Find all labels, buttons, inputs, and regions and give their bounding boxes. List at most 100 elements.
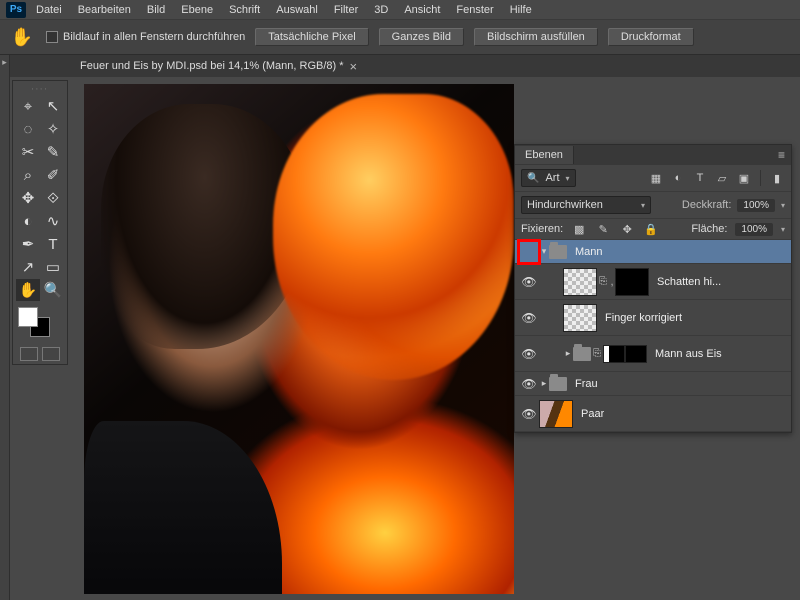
disclosure-icon[interactable]: ▸ xyxy=(563,348,573,359)
scroll-all-checkbox[interactable]: Bildlauf in allen Fenstern durchführen xyxy=(46,31,245,43)
visibility-toggle[interactable]: 👁 xyxy=(519,311,539,325)
canvas[interactable] xyxy=(84,84,514,594)
dodge-tool-icon[interactable]: ◐ xyxy=(16,210,40,232)
eyedrop-tool-icon[interactable]: ⌕ xyxy=(16,164,40,186)
hand-tool-icon[interactable]: ✋ xyxy=(8,25,36,49)
menu-image[interactable]: Bild xyxy=(147,4,165,16)
menu-file[interactable]: Datei xyxy=(36,4,62,16)
visibility-toggle[interactable]: 👁 xyxy=(519,407,539,421)
layers-panel-tab[interactable]: Ebenen xyxy=(515,146,574,164)
menu-3d[interactable]: 3D xyxy=(374,4,388,16)
hand-tool-icon[interactable]: ✋ xyxy=(16,279,40,301)
fill-screen-button[interactable]: Bildschirm ausfüllen xyxy=(474,28,598,46)
zoom-tool-icon[interactable]: 🔍 xyxy=(41,279,65,301)
filter-smart-icon[interactable]: ▣ xyxy=(736,171,752,185)
layers-panel: Ebenen ≡ 🔍 Art ▾ ▦ ◐ T ▱ ▣ ▮ Hindurchwir… xyxy=(514,144,792,433)
layer-name[interactable]: Finger korrigiert xyxy=(605,312,682,324)
layer-thumb xyxy=(563,304,597,332)
canvas-artwork xyxy=(84,84,514,594)
app-logo: Ps xyxy=(6,2,26,18)
opacity-flyout-icon[interactable]: ▾ xyxy=(781,201,785,210)
layer-row-finger[interactable]: 👁 Finger korrigiert xyxy=(515,300,791,336)
type-tool-icon[interactable]: T xyxy=(41,233,65,255)
move-tool-icon[interactable]: ⌖ xyxy=(16,95,40,117)
visibility-toggle[interactable] xyxy=(519,241,539,263)
menu-filter[interactable]: Filter xyxy=(334,4,358,16)
layer-name[interactable]: Paar xyxy=(581,408,604,420)
fit-screen-button[interactable]: Ganzes Bild xyxy=(379,28,464,46)
filter-adjust-icon[interactable]: ◐ xyxy=(670,171,686,185)
visibility-toggle[interactable]: 👁 xyxy=(519,347,539,361)
visibility-toggle[interactable]: 👁 xyxy=(519,377,539,391)
color-swatches[interactable] xyxy=(16,307,64,339)
lock-label: Fixieren: xyxy=(521,223,563,235)
fill-value[interactable]: 100% xyxy=(735,223,773,236)
mask-link-icon[interactable]: ⎘ xyxy=(599,276,607,287)
layer-name[interactable]: Frau xyxy=(575,378,598,390)
heal-tool-icon[interactable]: ✥ xyxy=(16,187,40,209)
cursor-tool-icon[interactable]: ↖ xyxy=(41,95,65,117)
menu-window[interactable]: Fenster xyxy=(456,4,493,16)
fill-flyout-icon[interactable]: ▾ xyxy=(781,225,785,234)
menu-select[interactable]: Auswahl xyxy=(276,4,318,16)
document-tab[interactable]: Feuer und Eis by MDI.psd bei 14,1% (Mann… xyxy=(80,59,357,74)
visibility-toggle[interactable]: 👁 xyxy=(519,275,539,289)
menu-type[interactable]: Schrift xyxy=(229,4,260,16)
layer-name[interactable]: Mann xyxy=(575,246,603,258)
brush-tool-icon[interactable]: ✐ xyxy=(41,164,65,186)
foreground-color-swatch[interactable] xyxy=(18,307,38,327)
layer-row-paar[interactable]: 👁 Paar xyxy=(515,396,791,432)
blend-mode-select[interactable]: Hindurchwirken▾ xyxy=(521,196,651,214)
panel-menu-icon[interactable]: ≡ xyxy=(778,148,785,162)
filter-type-icon[interactable]: T xyxy=(692,171,708,185)
disclosure-icon[interactable]: ▸ xyxy=(539,378,549,389)
layer-row-schatten[interactable]: 👁 ⎘ , Schatten hi... xyxy=(515,264,791,300)
layer-row-frau[interactable]: 👁 ▸ Frau xyxy=(515,372,791,396)
lock-all-icon[interactable]: 🔒 xyxy=(643,222,659,236)
disclosure-icon[interactable]: ▾ xyxy=(539,246,549,257)
lock-transparent-icon[interactable]: ▩ xyxy=(571,222,587,236)
menu-edit[interactable]: Bearbeiten xyxy=(78,4,131,16)
close-tab-icon[interactable]: × xyxy=(350,59,358,74)
actual-pixels-button[interactable]: Tatsächliche Pixel xyxy=(255,28,368,46)
filter-shape-icon[interactable]: ▱ xyxy=(714,171,730,185)
print-size-button[interactable]: Druckformat xyxy=(608,28,694,46)
layer-thumb xyxy=(563,268,597,296)
opacity-value[interactable]: 100% xyxy=(737,199,775,212)
wand-tool-icon[interactable]: ✧ xyxy=(41,118,65,140)
layer-name[interactable]: Schatten hi... xyxy=(657,276,721,288)
pen-tool-icon[interactable]: ✒ xyxy=(16,233,40,255)
shape-tool-icon[interactable]: ▭ xyxy=(41,256,65,278)
layer-row-mann[interactable]: ▾ Mann xyxy=(515,240,791,264)
mask-thumb[interactable] xyxy=(615,268,649,296)
crop-tool-icon[interactable]: ✂ xyxy=(16,141,40,163)
lock-position-icon[interactable]: ✥ xyxy=(619,222,635,236)
layer-row-mann-eis[interactable]: 👁 ▸ ⎘ Mann aus Eis xyxy=(515,336,791,372)
mask-thumb-2[interactable] xyxy=(625,345,647,363)
opacity-label: Deckkraft: xyxy=(682,199,732,211)
document-tab-label: Feuer und Eis by MDI.psd bei 14,1% (Mann… xyxy=(80,60,344,72)
blend-mode-value: Hindurchwirken xyxy=(527,199,603,211)
filter-pixel-icon[interactable]: ▦ xyxy=(648,171,664,185)
stamp-tool-icon[interactable]: ⟐ xyxy=(41,187,65,209)
fill-label: Fläche: xyxy=(691,223,727,235)
layer-filter-kind[interactable]: 🔍 Art ▾ xyxy=(521,169,576,187)
mask-link-icon[interactable]: ⎘ xyxy=(593,348,601,359)
quickmask-icon[interactable] xyxy=(20,347,38,361)
marquee-tool-icon[interactable]: ◌ xyxy=(16,118,40,140)
menu-layer[interactable]: Ebene xyxy=(181,4,213,16)
toolbox-grip[interactable]: ∙∙∙∙ xyxy=(16,84,64,93)
scroll-all-label: Bildlauf in allen Fenstern durchführen xyxy=(63,31,245,43)
layer-name[interactable]: Mann aus Eis xyxy=(655,348,722,360)
blur-tool-icon[interactable]: ∿ xyxy=(41,210,65,232)
menu-help[interactable]: Hilfe xyxy=(510,4,532,16)
menu-view[interactable]: Ansicht xyxy=(404,4,440,16)
mask-thumb[interactable] xyxy=(603,345,625,363)
screenmode-icon[interactable] xyxy=(42,347,60,361)
lock-pixels-icon[interactable]: ✎ xyxy=(595,222,611,236)
dock-strip[interactable]: ▸ xyxy=(0,55,10,600)
slice-tool-icon[interactable]: ✎ xyxy=(41,141,65,163)
options-bar: ✋ Bildlauf in allen Fenstern durchführen… xyxy=(0,20,800,55)
filter-toggle-icon[interactable]: ▮ xyxy=(769,171,785,185)
direct-sel-tool-icon[interactable]: ↗ xyxy=(16,256,40,278)
